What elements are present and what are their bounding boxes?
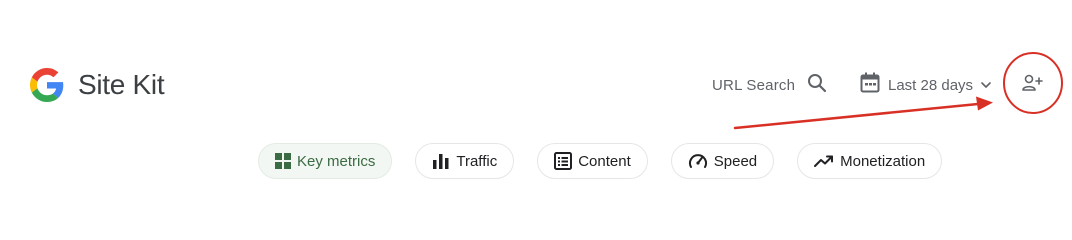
annotation-arrow-shaft	[733, 102, 980, 130]
list-box-icon	[554, 152, 573, 170]
annotation-arrow-head	[976, 96, 993, 111]
tab-key-metrics[interactable]: Key metrics	[258, 143, 393, 179]
bar-chart-icon	[432, 153, 450, 169]
tab-label: Monetization	[840, 152, 926, 170]
gauge-icon	[688, 152, 708, 170]
calendar-icon	[860, 72, 880, 99]
url-search-button[interactable]: URL Search	[712, 72, 827, 98]
tab-speed[interactable]: Speed	[670, 143, 775, 179]
search-icon	[807, 73, 827, 98]
tab-monetization[interactable]: Monetization	[797, 143, 943, 179]
trending-up-icon	[814, 154, 834, 168]
brand: Site Kit	[30, 66, 165, 104]
app-title: Site Kit	[78, 69, 165, 100]
person-add-icon	[1022, 74, 1044, 97]
tab-label: Content	[578, 152, 631, 170]
dashboard-tabs: Key metrics Traffic Content Speed Moneti…	[258, 143, 943, 179]
tab-label: Traffic	[456, 152, 498, 170]
grid-icon	[275, 153, 291, 169]
add-user-button[interactable]	[1018, 70, 1048, 100]
tab-traffic[interactable]: Traffic	[415, 143, 515, 179]
chevron-down-icon	[981, 76, 991, 94]
date-range-selector[interactable]: Last 28 days	[860, 72, 991, 98]
tab-content[interactable]: Content	[537, 143, 648, 179]
date-range-label: Last 28 days	[888, 76, 974, 94]
tab-label: Speed	[713, 152, 758, 170]
google-g-logo-icon	[30, 68, 64, 102]
site-kit-dashboard-header: Site Kit URL Search Last 28 days Key met…	[0, 0, 1072, 206]
url-search-label: URL Search	[712, 76, 796, 94]
tab-label: Key metrics	[297, 152, 376, 170]
